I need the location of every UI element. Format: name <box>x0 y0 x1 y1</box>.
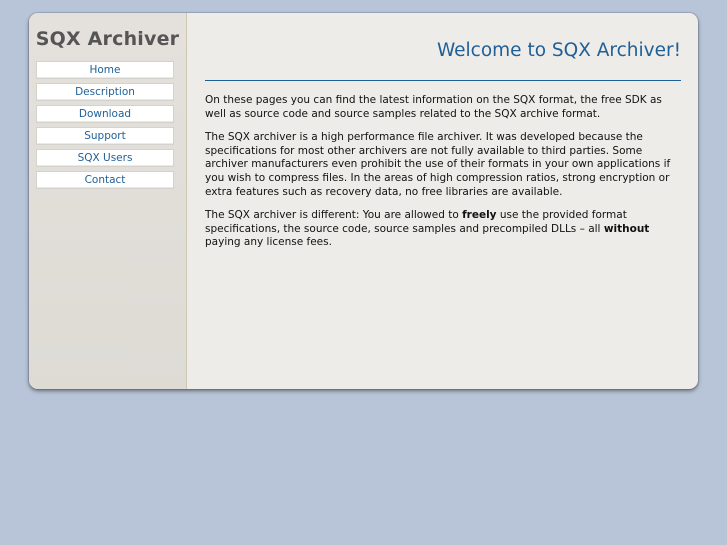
nav-item-home[interactable]: Home <box>36 61 174 79</box>
emphasis-freely: freely <box>462 209 497 222</box>
heading-divider <box>205 80 681 81</box>
page-heading: Welcome to SQX Archiver! <box>436 40 681 61</box>
nav-menu: Home Description Download Support SQX Us… <box>36 61 174 193</box>
site-title: SQX Archiver <box>35 28 180 50</box>
nav-item-contact[interactable]: Contact <box>36 171 174 189</box>
page-frame: SQX Archiver Home Description Download S… <box>29 13 698 389</box>
nav-item-download[interactable]: Download <box>36 105 174 123</box>
intro-paragraph: On these pages you can find the latest i… <box>205 94 662 120</box>
license-text-part3: paying any license fees. <box>205 236 332 249</box>
license-paragraph: The SQX archiver is different: You are a… <box>205 209 681 250</box>
nav-item-support[interactable]: Support <box>36 127 174 145</box>
nav-item-sqx-users[interactable]: SQX Users <box>36 149 174 167</box>
nav-item-description[interactable]: Description <box>36 83 174 101</box>
license-text-part1: The SQX archiver is different: You are a… <box>205 209 463 222</box>
description-paragraph: The SQX archiver is a high performance f… <box>205 131 671 198</box>
sidebar: SQX Archiver Home Description Download S… <box>29 13 187 389</box>
body-text: On these pages you can find the latest i… <box>205 94 681 260</box>
emphasis-without: without <box>603 222 650 235</box>
